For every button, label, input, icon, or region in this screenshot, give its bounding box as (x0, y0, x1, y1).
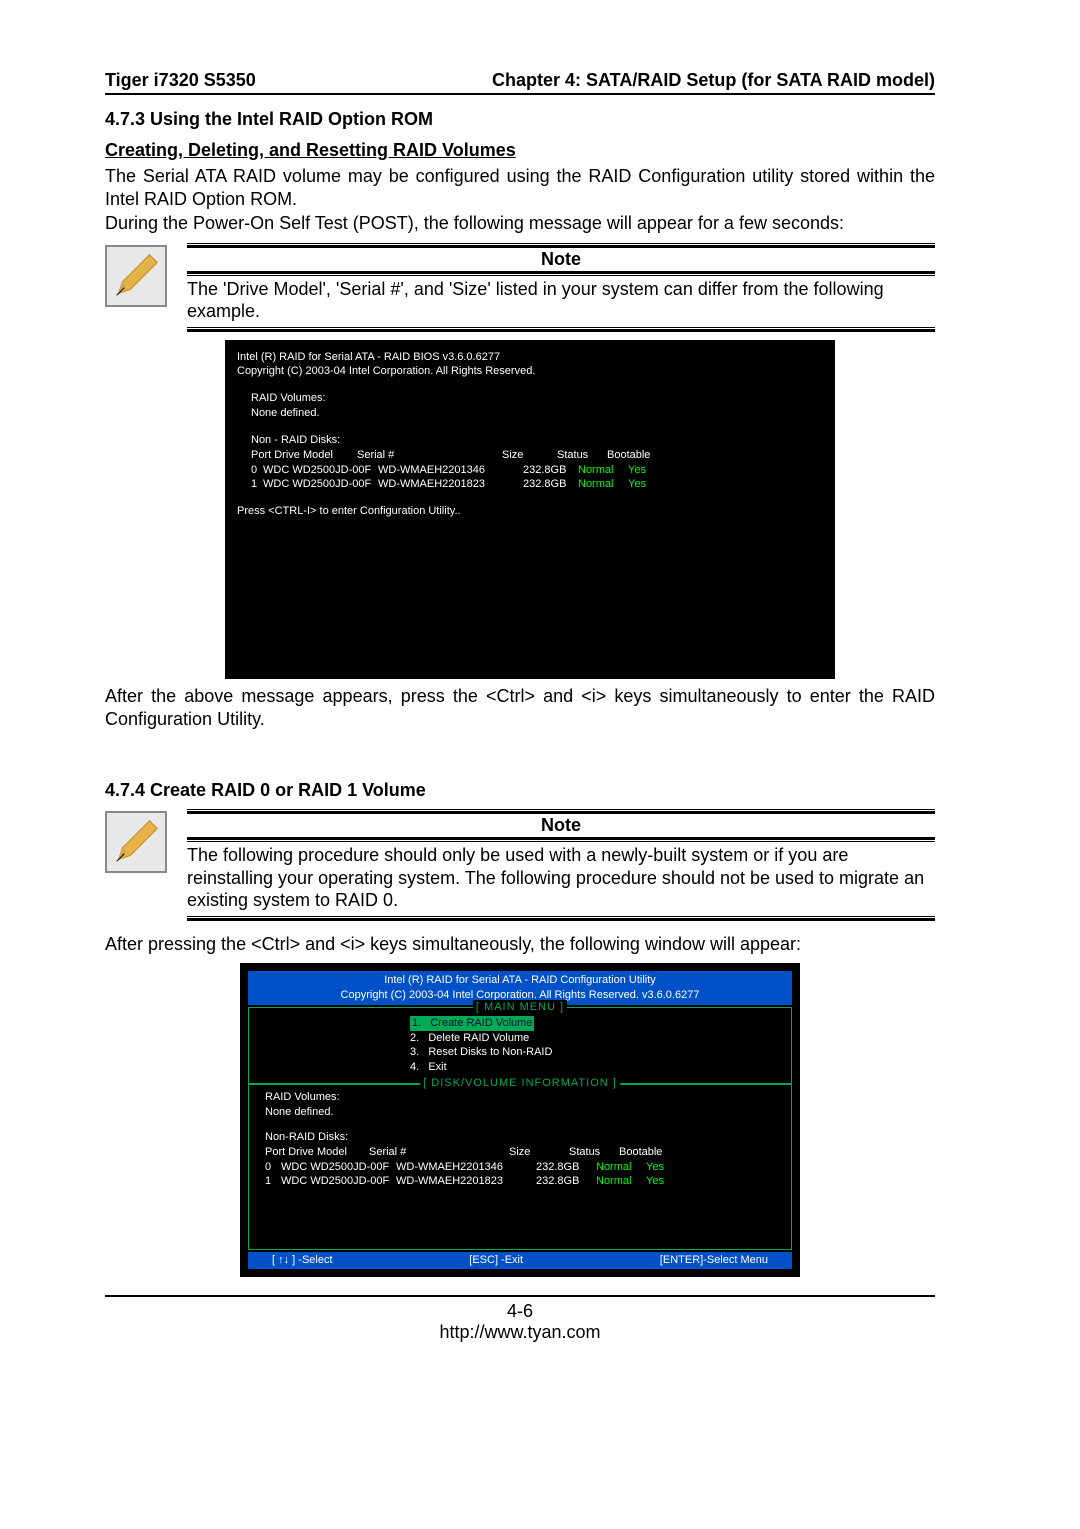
chapter-title: Chapter 4: SATA/RAID Setup (for SATA RAI… (492, 70, 935, 91)
pencil-icon (105, 811, 167, 873)
bios1-hdr-port: Port Drive Model (237, 448, 357, 463)
bios2-foot-select: [ ↑↓ ] -Select (272, 1253, 333, 1268)
bios2-none-defined: None defined. (259, 1105, 781, 1120)
note-1-label: Note (187, 245, 935, 274)
section-473-subheading: Creating, Deleting, and Resetting RAID V… (105, 140, 935, 161)
note-1-text: The 'Drive Model', 'Serial #', and 'Size… (187, 278, 935, 323)
bios2-main-menu-label: [ MAIN MENU ] (473, 1000, 567, 1015)
page-content: Tiger i7320 S5350 Chapter 4: SATA/RAID S… (105, 70, 935, 1343)
bios2-row: 0 WDC WD2500JD-00F WD-WMAEH2201346 232.8… (259, 1160, 781, 1175)
note-1: Note The 'Drive Model', 'Serial #', and … (105, 245, 935, 332)
bios2-menu-item[interactable]: 2. Delete RAID Volume (410, 1031, 630, 1046)
bios2-menu-item[interactable]: 3. Reset Disks to Non-RAID (410, 1045, 630, 1060)
header-rule (105, 93, 935, 95)
pencil-icon (105, 245, 167, 307)
product-name: Tiger i7320 S5350 (105, 70, 256, 91)
bios2-menu-item[interactable]: 4. Exit (410, 1060, 630, 1075)
bios2-nonraid-label: Non-RAID Disks: (259, 1130, 781, 1145)
bios2-menu-item[interactable]: 1. Create RAID Volume (410, 1016, 534, 1031)
section-474-after: After pressing the <Ctrl> and <i> keys s… (105, 933, 935, 956)
bios1-line2: Copyright (C) 2003-04 Intel Corporation.… (237, 364, 823, 379)
bios1-press-line: Press <CTRL-I> to enter Configuration Ut… (237, 504, 823, 519)
footer-url: http://www.tyan.com (105, 1322, 935, 1343)
bios2-footer-bar: [ ↑↓ ] -Select [ESC] -Exit [ENTER]-Selec… (248, 1252, 792, 1269)
section-473-title: 4.7.3 Using the Intel RAID Option ROM (105, 109, 935, 130)
note-2-text: The following procedure should only be u… (187, 844, 935, 912)
section-474-title: 4.7.4 Create RAID 0 or RAID 1 Volume (105, 780, 935, 801)
bios1-hdr-status: Status (557, 448, 607, 463)
bios1-hdr-serial: Serial # (357, 448, 502, 463)
page-footer: 4-6 http://www.tyan.com (105, 1295, 935, 1343)
bios1-header-row: Port Drive Model Serial # Size Status Bo… (237, 448, 823, 463)
bios2-foot-esc: [ESC] -Exit (469, 1253, 523, 1268)
section-473-after: After the above message appears, press t… (105, 685, 935, 730)
note-2: Note The following procedure should only… (105, 811, 935, 921)
bios2-main-menu: [ MAIN MENU ] 1. Create RAID Volume 2. D… (248, 1007, 792, 1084)
bios1-raid-volumes-label: RAID Volumes: (237, 391, 823, 406)
note-2-label: Note (187, 811, 935, 840)
section-473-para2: During the Power-On Self Test (POST), th… (105, 212, 935, 235)
page-header: Tiger i7320 S5350 Chapter 4: SATA/RAID S… (105, 70, 935, 91)
bios2-disk-info-label: [ DISK/VOLUME INFORMATION ] (420, 1076, 620, 1091)
bios1-hdr-size: Size (502, 448, 557, 463)
note-1-rule (187, 329, 935, 332)
bios1-nonraid-label: Non - RAID Disks: (237, 433, 823, 448)
bios1-line1: Intel (R) RAID for Serial ATA - RAID BIO… (237, 350, 823, 365)
bios2-title1: Intel (R) RAID for Serial ATA - RAID Con… (252, 973, 788, 988)
bios2-raid-volumes-label: RAID Volumes: (259, 1090, 781, 1105)
bios1-hdr-boot: Bootable (607, 448, 652, 463)
bios2-header-row: Port Drive Model Serial # Size Status Bo… (259, 1145, 781, 1160)
bios-config-screenshot: Intel (R) RAID for Serial ATA - RAID Con… (240, 963, 800, 1277)
bios1-row: 1 WDC WD2500JD-00F WD-WMAEH2201823 232.8… (237, 477, 823, 492)
bios2-foot-enter: [ENTER]-Select Menu (660, 1253, 768, 1268)
section-473-para1: The Serial ATA RAID volume may be config… (105, 165, 935, 210)
page-number: 4-6 (105, 1301, 935, 1322)
bios2-disk-info: [ DISK/VOLUME INFORMATION ] RAID Volumes… (248, 1084, 792, 1250)
bios-post-screenshot: Intel (R) RAID for Serial ATA - RAID BIO… (225, 340, 835, 680)
bios2-row: 1 WDC WD2500JD-00F WD-WMAEH2201823 232.8… (259, 1174, 781, 1189)
note-2-rule (187, 918, 935, 921)
bios1-row: 0 WDC WD2500JD-00F WD-WMAEH2201346 232.8… (237, 463, 823, 478)
bios1-none-defined: None defined. (237, 406, 823, 421)
